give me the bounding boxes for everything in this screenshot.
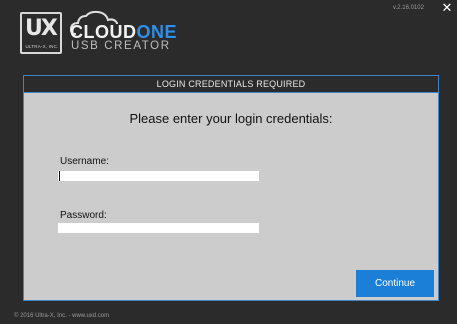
login-prompt: Please enter your login credentials: [129,111,333,126]
version-label: v.2.16.0102 [393,5,424,11]
login-panel: LOGIN CREDENTIALS REQUIRED Please enter … [23,75,439,301]
copyright-footer: © 2016 Ultra-X, Inc. - www.uxd.com [14,313,110,319]
logo-subtext: ULTRA-X, INC. [25,44,59,49]
title-bar: UX ULTRA-X, INC. CLOUDONE USB CREATOR v.… [0,0,457,66]
username-label: Username: [60,156,109,167]
username-input[interactable] [58,171,259,181]
brand-name-accent: ONE [136,22,178,42]
text-caret [59,171,60,181]
panel-header: LOGIN CREDENTIALS REQUIRED [24,76,438,93]
close-button[interactable]: ✕ [440,1,454,15]
password-input[interactable] [58,223,259,233]
brand-subtitle: USB CREATOR [71,40,171,52]
ultrax-logo: UX ULTRA-X, INC. [20,12,62,54]
brand-name-main: CLOUD [70,22,137,42]
logo-text: UX [25,16,58,41]
continue-button[interactable]: Continue [356,270,434,297]
password-label: Password: [60,210,107,221]
